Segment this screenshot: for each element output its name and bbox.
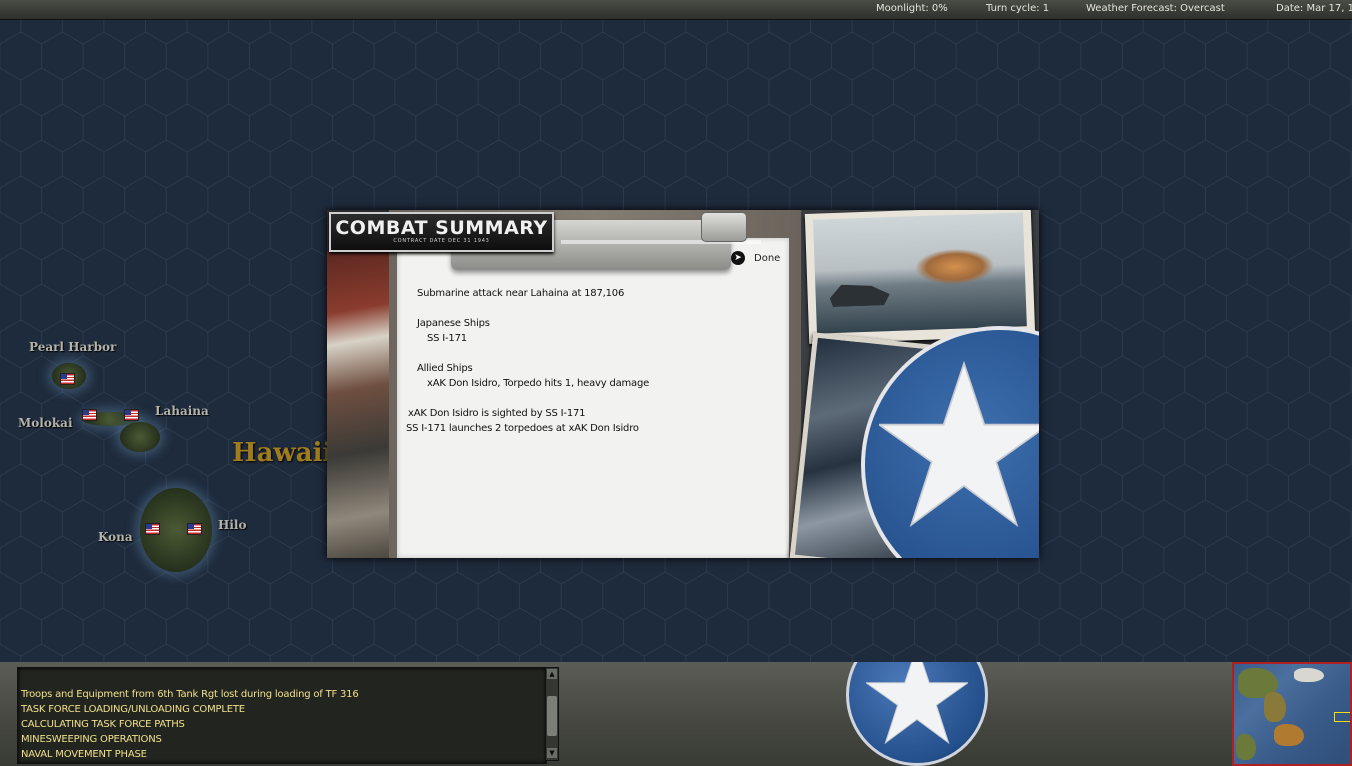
log-line: MINESWEEPING OPERATIONS — [21, 734, 162, 745]
us-flag-icon[interactable] — [124, 409, 139, 421]
weather-status: Weather Forecast: Overcast — [1086, 3, 1225, 14]
date-status: Date: Mar 17, 194 — [1276, 3, 1352, 14]
report-line-launch: SS I-171 launches 2 torpedoes at xAK Don… — [406, 423, 639, 434]
battleship-photo — [804, 210, 1036, 344]
combat-summary-dialog: COMBAT SUMMARY CONTRACT DATE DEC 31 1943… — [327, 210, 1039, 558]
scroll-down-icon[interactable]: ▼ — [547, 748, 557, 758]
place-lahaina[interactable]: Lahaina — [155, 404, 209, 418]
top-status-bar: Moonlight: 0% Turn cycle: 1 Weather Fore… — [0, 0, 1352, 20]
white-star-icon — [879, 360, 1039, 528]
scroll-up-icon[interactable]: ▲ — [547, 669, 557, 679]
us-flag-icon[interactable] — [187, 523, 202, 535]
log-line: NAVAL MOVEMENT PHASE — [21, 749, 147, 760]
message-log[interactable]: Troops and Equipment from 6th Tank Rgt l… — [17, 667, 547, 764]
clipboard-clip-top — [701, 212, 747, 242]
minimap[interactable] — [1232, 662, 1352, 766]
report-line-allied-header: Allied Ships — [417, 363, 473, 374]
us-star-roundel-icon — [846, 662, 988, 766]
scroll-thumb[interactable] — [547, 696, 557, 736]
log-line: TASK FORCE LOADING/UNLOADING COMPLETE — [21, 704, 245, 715]
combat-summary-title-plate: COMBAT SUMMARY CONTRACT DATE DEC 31 1943 — [329, 212, 554, 252]
report-line-japanese-ship: SS I-171 — [427, 333, 467, 344]
bottom-panel: Troops and Equipment from 6th Tank Rgt l… — [0, 662, 1352, 766]
report-line-allied-ship: xAK Don Isidro, Torpedo hits 1, heavy da… — [427, 378, 650, 389]
arrow-right-circle-icon: ➤ — [731, 251, 745, 265]
minimap-viewport[interactable] — [1334, 712, 1350, 722]
us-flag-icon[interactable] — [145, 523, 160, 535]
log-line: Troops and Equipment from 6th Tank Rgt l… — [21, 689, 359, 700]
report-line-japanese-header: Japanese Ships — [417, 318, 490, 329]
report-paper — [397, 238, 789, 558]
log-scrollbar[interactable]: ▲ ▼ — [545, 667, 559, 761]
log-line: CALCULATING TASK FORCE PATHS — [21, 719, 185, 730]
dialog-title: COMBAT SUMMARY — [335, 217, 548, 239]
place-hilo[interactable]: Hilo — [218, 518, 246, 532]
turn-cycle-status: Turn cycle: 1 — [986, 3, 1050, 14]
place-pearl-harbor[interactable]: Pearl Harbor — [29, 340, 116, 354]
report-line-sighted: xAK Don Isidro is sighted by SS I-171 — [408, 408, 586, 419]
decorative-photo-left — [327, 250, 397, 558]
moonlight-status: Moonlight: 0% — [876, 3, 948, 14]
region-label-hawaii: Hawaii — [232, 438, 333, 468]
report-line-attack: Submarine attack near Lahaina at 187,106 — [417, 288, 625, 299]
done-label: Done — [754, 252, 781, 264]
place-kona[interactable]: Kona — [98, 530, 133, 544]
place-molokai[interactable]: Molokai — [18, 416, 73, 430]
us-flag-icon[interactable] — [82, 409, 97, 421]
maui-island[interactable] — [120, 422, 160, 452]
decorative-photos-right — [789, 210, 1039, 558]
done-button[interactable]: ➤ Done — [731, 249, 780, 267]
us-flag-icon[interactable] — [60, 373, 75, 385]
